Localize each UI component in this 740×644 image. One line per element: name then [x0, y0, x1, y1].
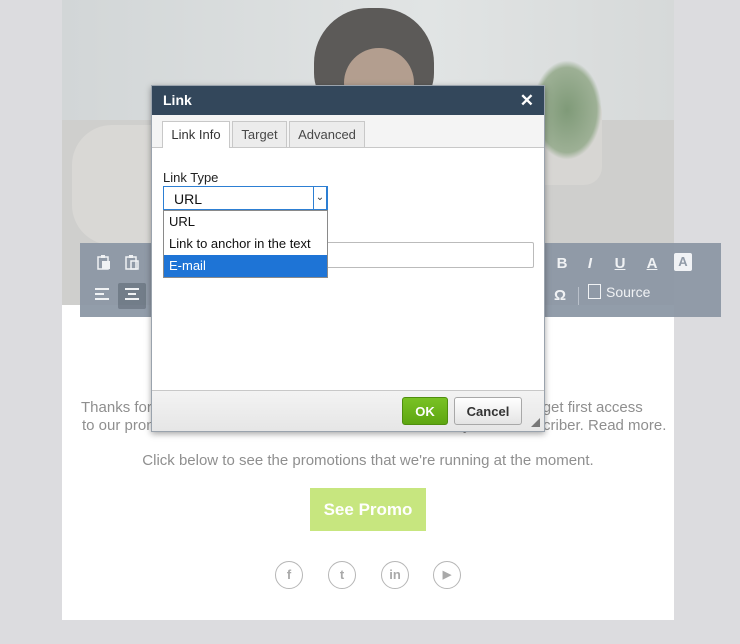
special-char-icon[interactable]: Ω — [548, 284, 572, 308]
url-input[interactable] — [322, 242, 534, 268]
link-type-select[interactable]: URL ⌄ — [163, 186, 328, 210]
linkedin-icon[interactable]: in — [381, 561, 409, 589]
link-type-value: URL — [174, 191, 203, 207]
see-promo-button[interactable]: See Promo — [310, 488, 426, 531]
youtube-icon[interactable]: ▶ — [433, 561, 461, 589]
para2-left: to our pron — [82, 417, 155, 434]
link-type-dropdown: URL Link to anchor in the text E-mail — [163, 210, 328, 278]
dialog-footer: OK Cancel — [152, 390, 544, 431]
chevron-down-icon[interactable]: ⌄ — [313, 186, 327, 210]
tab-link-info[interactable]: Link Info — [162, 121, 230, 148]
body-line-3: Click below to see the promotions that w… — [142, 452, 594, 469]
background-color-icon[interactable]: A — [674, 253, 692, 271]
italic-icon[interactable]: I — [578, 252, 602, 276]
align-center-icon[interactable] — [118, 283, 146, 309]
facebook-icon[interactable]: f — [275, 561, 303, 589]
bold-icon[interactable]: B — [550, 252, 574, 276]
resize-handle-icon[interactable] — [531, 418, 540, 427]
source-label: Source — [606, 284, 651, 300]
para1-right: 'll get first access — [529, 399, 643, 416]
paste-text-icon[interactable] — [120, 254, 144, 278]
close-icon[interactable]: ✕ — [520, 86, 534, 115]
option-email[interactable]: E-mail — [164, 255, 327, 277]
link-type-label: Link Type — [163, 170, 219, 185]
dialog-title: Link — [163, 92, 192, 108]
dialog-header: Link ✕ — [152, 86, 544, 115]
option-anchor[interactable]: Link to anchor in the text — [164, 233, 327, 255]
para1-left: Thanks for — [81, 399, 152, 416]
tab-advanced[interactable]: Advanced — [289, 121, 365, 147]
align-left-icon[interactable] — [90, 284, 114, 308]
para2-right: criber. Read more. — [543, 417, 667, 434]
option-url[interactable]: URL — [164, 211, 327, 233]
tab-target[interactable]: Target — [232, 121, 287, 147]
source-button[interactable]: Source — [588, 284, 650, 300]
ok-button[interactable]: OK — [402, 397, 448, 425]
cancel-button[interactable]: Cancel — [454, 397, 522, 425]
dialog-tabs: Link Info Target Advanced — [152, 115, 544, 148]
source-icon — [588, 284, 601, 299]
text-color-icon[interactable]: A — [640, 252, 664, 276]
twitter-icon[interactable]: t — [328, 561, 356, 589]
toolbar-separator — [578, 287, 579, 305]
link-dialog: Link ✕ Link Info Target Advanced Link Ty… — [151, 85, 545, 432]
underline-icon[interactable]: U — [608, 252, 632, 276]
paste-icon[interactable] — [92, 254, 116, 278]
